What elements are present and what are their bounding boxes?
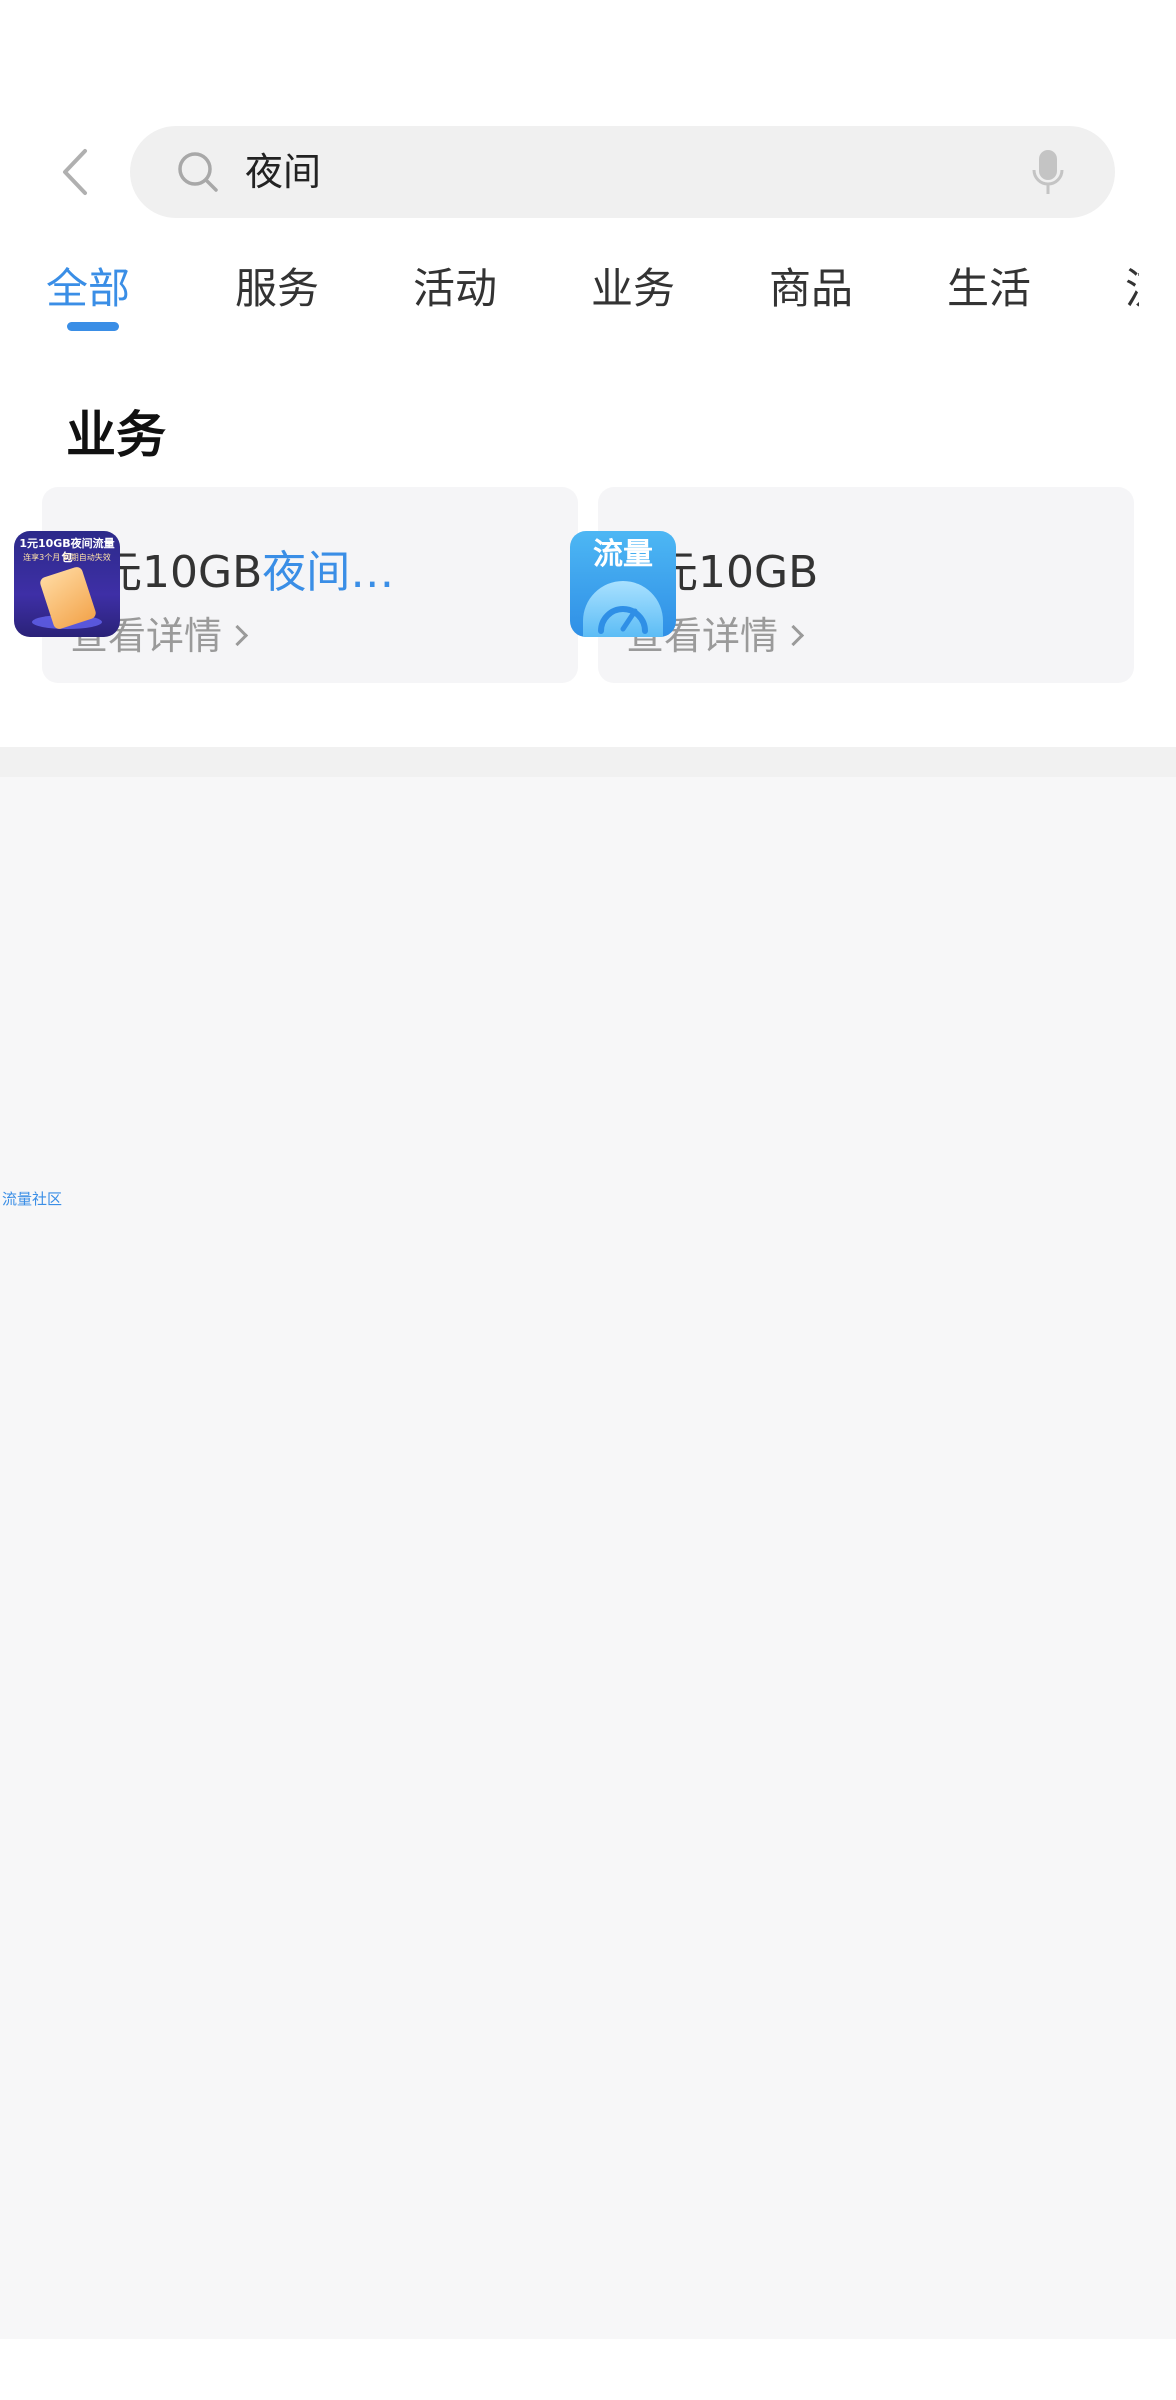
data-traffic-app-icon: 流量 [570,531,676,637]
chevron-right-icon [226,624,249,647]
chevron-right-icon [782,624,805,647]
header: 夜间 [0,0,1176,236]
tab-activity[interactable]: 活动 [413,254,497,324]
section-divider [0,747,1176,777]
active-tab-indicator [67,322,119,331]
card-title-highlight: 夜间… [262,547,395,598]
thumb-label: 流量 [593,537,653,572]
business-card-night-data[interactable]: 1元10GB夜间… 查看详情 1元10GB夜间流量包 连享3个月 到期自动失效 [14,487,578,683]
tab-goods[interactable]: 商品 [769,254,853,324]
tab-overflow-hint[interactable]: 流 [1125,254,1139,324]
microphone-icon[interactable] [1031,148,1065,196]
bottom-bar [0,2339,1176,2400]
tab-life[interactable]: 生活 [947,254,1031,324]
tab-business[interactable]: 业务 [591,254,675,324]
tab-service[interactable]: 服务 [235,254,319,324]
search-icon [178,152,218,192]
speedometer-icon [583,581,663,637]
card-title: 1元10GB [626,545,966,601]
search-input[interactable]: 夜间 [130,126,1115,218]
category-tabs: 全部 服务 活动 业务 商品 生活 [0,254,1176,334]
business-card-10gb[interactable]: 1元10GB 查看详情 流量 [570,487,1134,683]
back-button[interactable] [52,146,96,198]
chevron-left-icon [63,149,87,195]
section-title: 业务 [66,406,166,464]
tab-all[interactable]: 全部 [46,254,130,324]
card-title: 1元10GB夜间… [70,545,410,601]
thumb-subtitle: 连享3个月 到期自动失效 [23,553,111,562]
gauge-needle-icon [598,606,648,634]
night-data-package-image: 1元10GB夜间流量包 连享3个月 到期自动失效 [14,531,120,637]
traffic-community-link[interactable]: 流量社区 [2,1189,62,1209]
search-query: 夜间 [245,150,322,194]
empty-results-area [0,777,1176,2339]
